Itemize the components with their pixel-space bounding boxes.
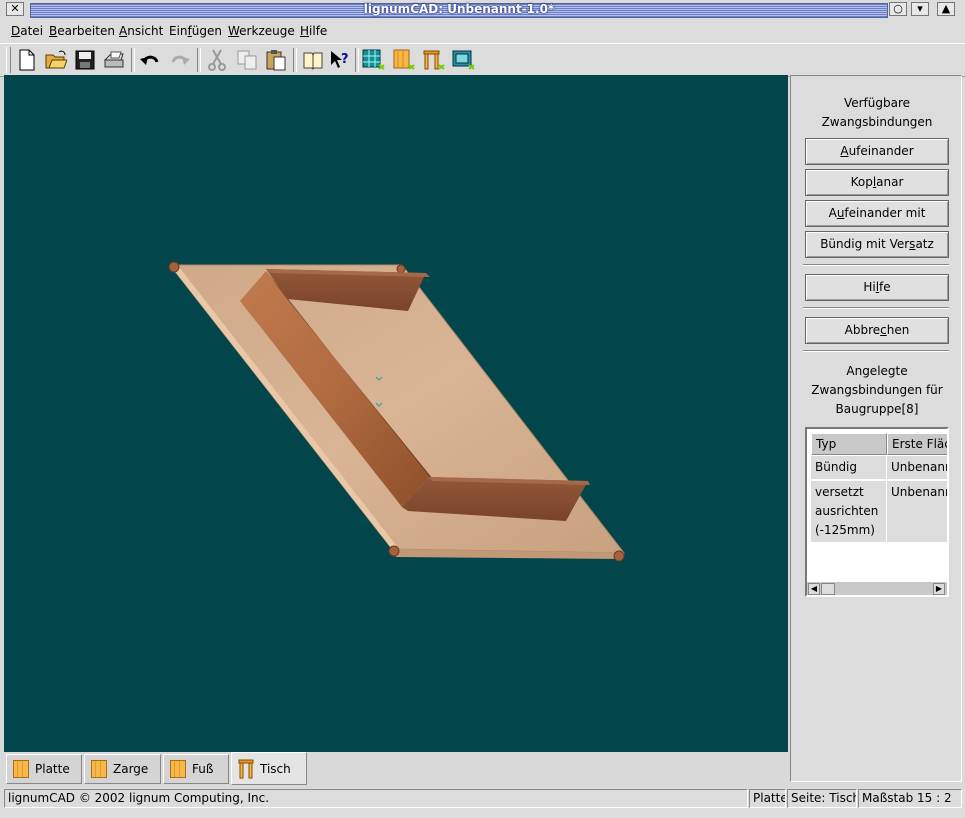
menu-bearbeiten[interactable]: Bearbeiten xyxy=(49,24,115,38)
3d-viewport[interactable] xyxy=(4,75,788,752)
part-icon xyxy=(13,760,29,778)
open-folder-icon[interactable] xyxy=(44,48,68,72)
new-drawing-icon[interactable] xyxy=(452,48,476,72)
status-scale: Maßstab 15 : 2 xyxy=(858,789,962,808)
column-header-erste-flaeche[interactable]: Erste Fläche xyxy=(887,433,947,455)
tab-label: Tisch xyxy=(260,761,291,776)
table-cell-first[interactable]: Unbenannt xyxy=(887,456,947,480)
applied-constraints-title: Angelegte Zwangsbindungen für Baugruppe[… xyxy=(811,364,943,416)
whats-this-icon[interactable]: ? xyxy=(328,48,352,72)
part-icon xyxy=(91,760,107,778)
close-window-button[interactable]: ✕ xyxy=(6,2,24,16)
title-bar: ✕ lignumCAD: Unbenannt-1.0* ○ ▾ ▲ xyxy=(0,0,965,20)
status-bar: lignumCAD © 2002 lignum Computing, Inc. … xyxy=(0,788,965,810)
koplanar-button[interactable]: Koplanar xyxy=(805,169,949,196)
constraint-panel: Verfügbare Zwangsbindungen Aufeinander K… xyxy=(790,75,962,782)
toolbar-separator xyxy=(197,48,201,72)
new-assembly-icon[interactable] xyxy=(422,48,446,72)
horizontal-scrollbar[interactable]: ◀ ▶ xyxy=(807,581,947,595)
menu-ansicht[interactable]: Ansicht xyxy=(119,24,163,38)
maximize-button[interactable]: ▲ xyxy=(937,2,955,16)
scroll-thumb[interactable] xyxy=(821,583,835,595)
leg-corner xyxy=(388,545,400,557)
table-cell-typ[interactable]: Bündig xyxy=(811,456,887,480)
status-message: lignumCAD © 2002 lignum Computing, Inc. xyxy=(4,789,748,808)
tab-label: Fuß xyxy=(192,762,214,776)
cell-line: ausrichten xyxy=(815,504,879,518)
leg-corner xyxy=(613,550,625,562)
tab-label: Zarge xyxy=(113,762,149,776)
table-cell-first[interactable]: Unbenannt xyxy=(887,481,947,543)
save-disk-icon[interactable] xyxy=(73,48,97,72)
scroll-right-icon[interactable]: ▶ xyxy=(933,583,945,595)
new-page-icon[interactable] xyxy=(362,48,386,72)
menu-bar: Datei Bearbeiten Ansicht Einfügen Werkze… xyxy=(0,19,965,43)
tab-fuss[interactable]: Fuß xyxy=(163,754,229,784)
new-part-icon[interactable] xyxy=(392,48,416,72)
assembly-icon xyxy=(238,759,254,779)
buendig-mit-versatz-button[interactable]: Bündig mit Versatz xyxy=(805,231,949,258)
panel-divider xyxy=(803,350,949,352)
status-current-part: Platte xyxy=(749,789,786,808)
tab-label: Platte xyxy=(35,762,70,776)
print-icon[interactable] xyxy=(102,48,126,72)
window-title: lignumCAD: Unbenannt-1.0* xyxy=(363,2,555,16)
part-icon xyxy=(170,760,186,778)
leg-corner xyxy=(168,261,180,273)
restore-button[interactable]: ○ xyxy=(889,2,907,16)
window-bottom-border xyxy=(0,810,965,818)
cell-line: (-125mm) xyxy=(815,523,875,537)
aufeinander-mit-abstand-button[interactable]: Aufeinander mit Abstand xyxy=(805,200,949,245)
aufeinander-button[interactable]: Aufeinander xyxy=(805,138,949,165)
redo-icon[interactable] xyxy=(168,48,192,72)
svg-text:?: ? xyxy=(341,52,349,67)
leg-corner xyxy=(396,264,406,274)
menu-datei[interactable]: Datei xyxy=(11,24,43,38)
tab-tisch[interactable]: Tisch xyxy=(231,752,307,785)
cut-icon[interactable] xyxy=(205,48,229,72)
cell-line: versetzt xyxy=(815,485,864,499)
menu-werkzeuge[interactable]: Werkzeuge xyxy=(228,24,295,38)
status-current-page: Seite: Tisch xyxy=(787,789,857,808)
column-header-typ[interactable]: Typ xyxy=(811,433,887,455)
page-tab-bar: Platte Zarge Fuß Tisch xyxy=(4,752,788,786)
menu-einfuegen[interactable]: Einfügen xyxy=(169,24,222,38)
table-cell-typ[interactable]: versetzt ausrichten (-125mm) xyxy=(811,481,887,543)
menu-hilfe[interactable]: Hilfe xyxy=(300,24,327,38)
panel-divider xyxy=(803,307,949,309)
minimize-button[interactable]: ▾ xyxy=(911,2,929,16)
constraints-table[interactable]: Typ Erste Fläche Bündig Unbenannt verset… xyxy=(805,427,949,597)
tab-zarge[interactable]: Zarge xyxy=(84,754,161,784)
panel-divider xyxy=(803,264,949,266)
toolbar-separator xyxy=(293,48,297,72)
available-constraints-title: Verfügbare Zwangsbindungen xyxy=(821,96,933,129)
new-file-icon[interactable] xyxy=(15,48,39,72)
paste-icon[interactable] xyxy=(264,48,288,72)
cancel-button[interactable]: Abbrechen xyxy=(805,317,949,344)
toolbar-grip[interactable] xyxy=(6,47,11,73)
table-assembly-render xyxy=(168,261,626,562)
scroll-left-icon[interactable]: ◀ xyxy=(808,583,820,595)
help-button[interactable]: Hilfe xyxy=(805,274,949,301)
tab-platte[interactable]: Platte xyxy=(6,754,82,784)
toolbar: ? xyxy=(0,43,965,77)
manual-book-icon[interactable] xyxy=(301,48,325,72)
undo-icon[interactable] xyxy=(138,48,162,72)
toolbar-separator xyxy=(131,48,135,72)
copy-icon[interactable] xyxy=(235,48,259,72)
toolbar-separator xyxy=(355,48,359,72)
